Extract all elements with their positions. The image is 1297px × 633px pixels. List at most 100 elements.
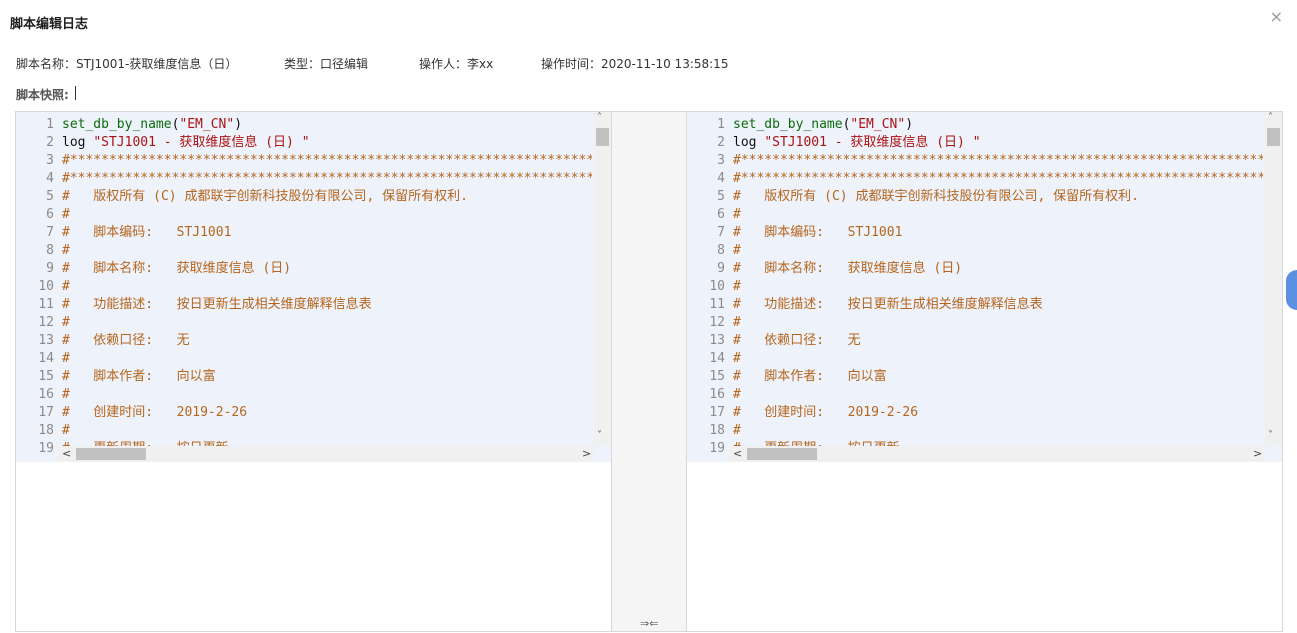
scroll-right-icon[interactable]: >	[1253, 447, 1262, 460]
left-code-editor[interactable]: 1 2 3 4 5 6 7 8 9 10 11 12 13 14 15 16 17 18 19 set_db_by_…	[16, 112, 611, 462]
scroll-down-icon[interactable]: ˅	[1268, 430, 1273, 441]
scroll-up-icon[interactable]: ˄	[1268, 112, 1273, 123]
code-token: #	[733, 387, 741, 402]
code-token: #***************************************…	[62, 153, 592, 168]
close-icon[interactable]: ×	[1270, 7, 1283, 26]
scroll-up-icon[interactable]: ˄	[597, 112, 602, 123]
code-line: # 版权所有 (C) 成都联宇创新科技股份有限公司, 保留所有权利.	[62, 188, 592, 206]
line-number: 11	[709, 297, 725, 312]
scroll-right-icon[interactable]: >	[582, 447, 591, 460]
operation-time-label: 操作时间：2020-11-10 13:58:15	[541, 57, 729, 71]
code-line: #	[733, 386, 1263, 404]
code-token: #***************************************…	[733, 171, 1263, 186]
right-code-area[interactable]: set_db_by_name("EM_CN") log "STJ1001 - 获取…	[733, 116, 1263, 446]
code-token: #	[733, 423, 741, 438]
right-horizontal-scrollbar[interactable]: < >	[729, 446, 1265, 462]
code-line: # 依赖口径: 无	[62, 332, 592, 350]
code-line: # 脚本作者: 向以富	[733, 368, 1263, 386]
line-number: 19	[38, 441, 54, 456]
code-token: "EM_CN"	[179, 117, 235, 132]
left-pane: 1 2 3 4 5 6 7 8 9 10 11 12 13 14 15 16 17 18 19 set_db_by_…	[16, 112, 612, 631]
right-code-editor[interactable]: 1 2 3 4 5 6 7 8 9 10 11 12 13 14 15 16 17 18 19 set_db_by_…	[687, 112, 1282, 462]
floating-assist-button[interactable]	[1286, 270, 1297, 310]
line-number: 10	[709, 279, 725, 294]
left-code-area[interactable]: set_db_by_name("EM_CN") log "STJ1001 - 获取…	[62, 116, 592, 446]
line-number: 13	[38, 333, 54, 348]
code-token: #	[62, 351, 70, 366]
code-line: # 功能描述: 按日更新生成相关维度解释信息表	[62, 296, 592, 314]
code-token: #	[733, 351, 741, 366]
code-line: #	[62, 350, 592, 368]
right-horizontal-scroll-thumb[interactable]	[747, 448, 817, 460]
code-token: #	[733, 243, 741, 258]
line-number: 4	[717, 171, 725, 186]
scroll-left-icon[interactable]: <	[733, 447, 742, 460]
line-number: 12	[38, 315, 54, 330]
code-line: #	[62, 386, 592, 404]
left-horizontal-scrollbar[interactable]: < >	[58, 446, 594, 462]
snapshot-label: 脚本快照:	[16, 88, 69, 102]
code-token: #	[62, 243, 70, 258]
right-line-gutter: 1 2 3 4 5 6 7 8 9 10 11 12 13 14 15 16 17 18 19	[687, 112, 729, 462]
line-number: 19	[709, 441, 725, 456]
code-token: # 脚本编码: STJ1001	[733, 225, 903, 240]
line-number: 8	[46, 243, 54, 258]
code-token: #	[733, 207, 741, 222]
code-line: # 版权所有 (C) 成都联宇创新科技股份有限公司, 保留所有权利.	[733, 188, 1263, 206]
left-vertical-scroll-thumb[interactable]	[596, 128, 609, 146]
code-token: #	[733, 315, 741, 330]
line-number: 15	[709, 369, 725, 384]
line-number: 1	[46, 117, 54, 132]
line-number: 13	[709, 333, 725, 348]
right-vertical-scrollbar[interactable]: ˄ ˅	[1265, 112, 1282, 446]
code-line: #	[733, 314, 1263, 332]
dialog-title: 脚本编辑日志	[10, 17, 89, 32]
scroll-down-icon[interactable]: ˅	[597, 430, 602, 441]
code-line: #	[733, 350, 1263, 368]
code-line: #	[62, 422, 592, 440]
left-line-gutter: 1 2 3 4 5 6 7 8 9 10 11 12 13 14 15 16 17 18 19	[16, 112, 58, 462]
code-line: #	[62, 278, 592, 296]
code-token: #	[62, 207, 70, 222]
left-vertical-scrollbar[interactable]: ˄ ˅	[594, 112, 611, 446]
line-number: 17	[38, 405, 54, 420]
code-line: #	[733, 278, 1263, 296]
code-token: #	[62, 279, 70, 294]
line-number: 10	[38, 279, 54, 294]
code-line: #***************************************…	[733, 170, 1263, 188]
line-number: 11	[38, 297, 54, 312]
code-token: # 依赖口径: 无	[733, 333, 861, 348]
code-line: #***************************************…	[62, 152, 592, 170]
line-number: 7	[46, 225, 54, 240]
line-number: 7	[717, 225, 725, 240]
line-number: 6	[717, 207, 725, 222]
line-number: 14	[38, 351, 54, 366]
line-number: 12	[709, 315, 725, 330]
line-number: 2	[46, 135, 54, 150]
code-line: log "STJ1001 - 获取维度信息 (日) "	[62, 134, 592, 152]
code-token: "STJ1001 - 获取维度信息 (日) "	[93, 135, 310, 150]
code-token: # 版权所有 (C) 成都联宇创新科技股份有限公司, 保留所有权利.	[62, 189, 468, 204]
code-line: #	[62, 242, 592, 260]
code-line: #	[733, 242, 1263, 260]
code-token: )	[905, 117, 914, 132]
code-token: # 创建时间: 2019-2-26	[733, 405, 919, 420]
code-line: # 脚本作者: 向以富	[62, 368, 592, 386]
left-horizontal-scroll-thumb[interactable]	[76, 448, 146, 460]
code-token: )	[234, 117, 243, 132]
code-line: # 创建时间: 2019-2-26	[733, 404, 1263, 422]
line-number: 4	[46, 171, 54, 186]
code-token: #	[62, 423, 70, 438]
code-token: set_db_by_name	[733, 117, 843, 132]
code-line: # 创建时间: 2019-2-26	[62, 404, 592, 422]
line-number: 3	[717, 153, 725, 168]
merge-arrows-icon[interactable]: ⇒⇐	[640, 617, 658, 630]
code-line: #	[733, 206, 1263, 224]
code-line: #***************************************…	[62, 170, 592, 188]
scroll-left-icon[interactable]: <	[62, 447, 71, 460]
right-vertical-scroll-thumb[interactable]	[1267, 128, 1280, 146]
code-token: # 功能描述: 按日更新生成相关维度解释信息表	[733, 297, 1043, 312]
diff-viewer: 1 2 3 4 5 6 7 8 9 10 11 12 13 14 15 16 17 18 19 set_db_by_…	[15, 111, 1283, 632]
line-number: 5	[717, 189, 725, 204]
code-token: # 创建时间: 2019-2-26	[62, 405, 248, 420]
